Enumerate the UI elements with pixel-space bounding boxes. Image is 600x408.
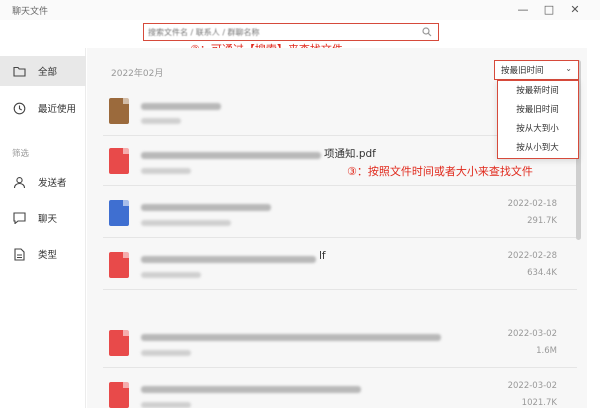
- title-bar: 聊天文件 — □ ✕: [0, 0, 600, 20]
- file-name-blurred: [141, 152, 321, 159]
- file-size: 1021.7K: [521, 398, 557, 408]
- month-header: 2022年02月: [111, 69, 164, 79]
- file-name-blurred: [141, 386, 361, 393]
- file-date: 2022-02-18: [507, 199, 557, 209]
- person-icon: [12, 175, 26, 189]
- file-row[interactable]: lf 2022-02-28 634.4K: [87, 240, 577, 290]
- file-icon: [109, 98, 129, 124]
- sort-option-large-to-small[interactable]: 按从大到小: [498, 119, 577, 139]
- pdf-file-icon: [109, 148, 129, 174]
- file-row[interactable]: 2022-03-02 1021.7K: [87, 370, 577, 408]
- sidebar-item-sender[interactable]: 发送者: [0, 167, 86, 197]
- window-title: 聊天文件: [12, 7, 49, 17]
- clock-icon: [12, 101, 26, 115]
- sort-option-small-to-large[interactable]: 按从小到大: [498, 138, 577, 158]
- search-icon[interactable]: [422, 27, 432, 37]
- row-divider: [103, 367, 577, 368]
- sidebar-item-label: 发送者: [38, 178, 67, 189]
- search-input[interactable]: [148, 25, 418, 39]
- filter-section-label: 筛选: [12, 149, 30, 159]
- pdf-file-icon: [109, 252, 129, 278]
- sort-current: 按最旧时间: [501, 66, 544, 76]
- file-sender-blurred: [141, 272, 201, 278]
- maximize-icon[interactable]: □: [541, 2, 557, 18]
- sidebar-item-label: 最近使用: [38, 104, 77, 115]
- sidebar-item-label: 类型: [38, 250, 58, 261]
- file-sender-blurred: [141, 402, 191, 408]
- sort-dropdown[interactable]: 按最旧时间 ⌄: [494, 60, 579, 80]
- file-date: 2022-03-02: [507, 381, 557, 391]
- sort-option-newest[interactable]: 按最新时间: [498, 81, 577, 101]
- sidebar-item-recent[interactable]: 最近使用: [0, 93, 86, 123]
- row-divider: [103, 289, 577, 290]
- file-name-blurred: [141, 334, 441, 341]
- file-sender-blurred: [141, 220, 231, 226]
- file-row[interactable]: 2022-03-02 1.6M: [87, 318, 577, 368]
- row-divider: [103, 237, 577, 238]
- close-icon[interactable]: ✕: [567, 2, 583, 18]
- file-sender-blurred: [141, 350, 191, 356]
- pdf-file-icon: [109, 382, 129, 408]
- sort-option-oldest[interactable]: 按最旧时间: [498, 100, 577, 120]
- file-name-tail: lf: [319, 250, 326, 262]
- file-name-tail: 项通知.pdf: [324, 148, 376, 160]
- file-sender-blurred: [141, 168, 191, 174]
- file-name-blurred: [141, 204, 271, 211]
- file-name-blurred: [141, 103, 221, 110]
- file-row[interactable]: 2022-02-18 291.7K: [87, 188, 577, 238]
- file-size: 634.4K: [527, 268, 557, 278]
- sidebar: 全部 最近使用 筛选 发送者 聊天 类型: [0, 48, 86, 408]
- folder-icon: [12, 64, 26, 78]
- file-date: 2022-02-28: [507, 251, 557, 261]
- row-divider: [103, 185, 577, 186]
- sidebar-item-all[interactable]: 全部: [0, 56, 86, 86]
- chat-bubble-icon: [12, 211, 26, 225]
- document-icon: [12, 247, 26, 261]
- sort-menu: 按最新时间 按最旧时间 按从大到小 按从小到大: [497, 80, 579, 159]
- file-date: 2022-03-02: [507, 329, 557, 339]
- pdf-file-icon: [109, 330, 129, 356]
- sidebar-item-label: 全部: [38, 67, 58, 78]
- sidebar-item-type[interactable]: 类型: [0, 239, 86, 269]
- sidebar-item-label: 聊天: [38, 214, 58, 225]
- file-size: 291.7K: [527, 216, 557, 226]
- sort-annotation: ③：按照文件时间或者大小来查找文件: [347, 165, 533, 178]
- file-size: 1.6M: [536, 346, 557, 356]
- file-name-blurred: [141, 256, 316, 263]
- minimize-icon[interactable]: —: [515, 2, 531, 18]
- word-file-icon: [109, 200, 129, 226]
- chevron-down-icon: ⌄: [565, 64, 572, 73]
- file-sender-blurred: [141, 118, 181, 124]
- sidebar-item-chat[interactable]: 聊天: [0, 203, 86, 233]
- search-box[interactable]: [143, 23, 439, 41]
